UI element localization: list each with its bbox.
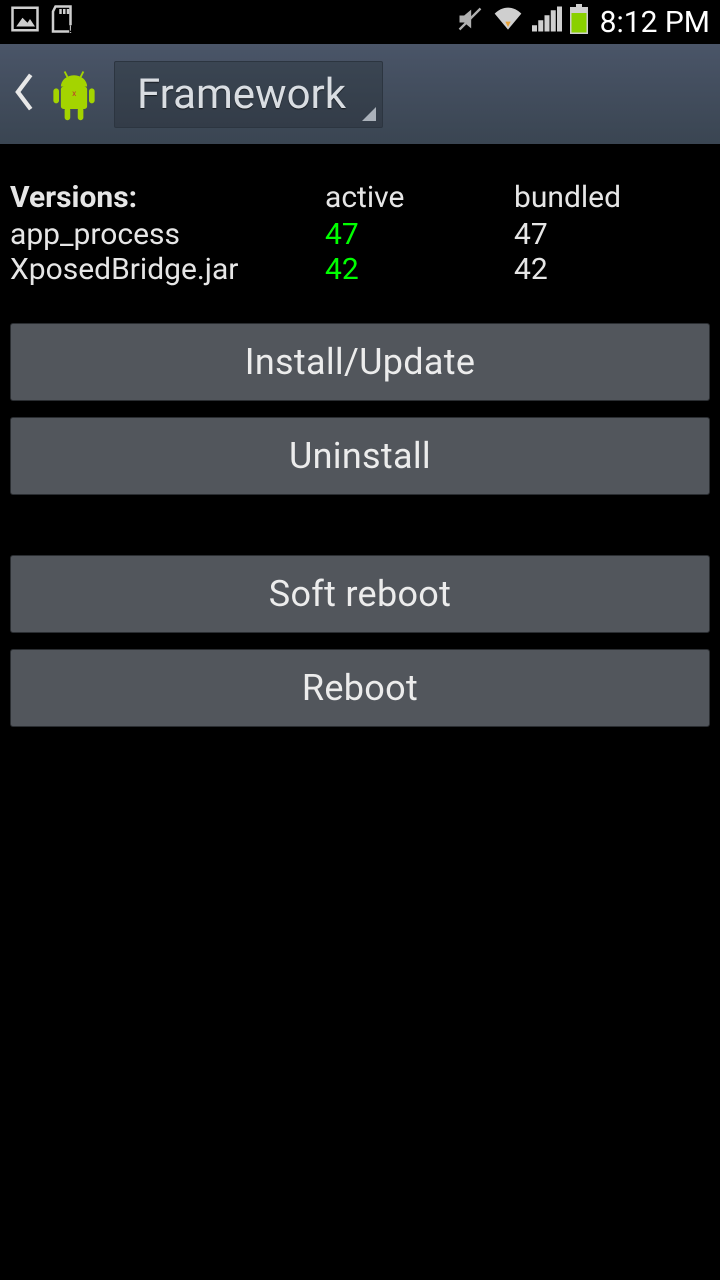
action-bar: x Framework (0, 44, 720, 144)
content-area: Versions: active bundled app_process 47 … (0, 144, 720, 727)
gallery-icon (10, 4, 40, 40)
version-name: XposedBridge.jar (10, 252, 325, 287)
version-bundled-value: 47 (514, 217, 710, 252)
versions-heading: Versions: (10, 180, 325, 215)
spinner-caret-icon (362, 107, 376, 121)
status-right: 8:12 PM (456, 4, 710, 40)
versions-col-bundled: bundled (514, 180, 710, 215)
wifi-icon (492, 5, 524, 39)
versions-table: Versions: active bundled app_process 47 … (10, 180, 710, 287)
button-stack: Install/Update Uninstall Soft reboot Reb… (10, 323, 710, 727)
versions-row: XposedBridge.jar 42 42 (10, 252, 710, 287)
versions-col-active: active (325, 180, 514, 215)
android-robot-icon: x (44, 64, 104, 124)
version-bundled-value: 42 (514, 252, 710, 287)
back-chevron-icon (12, 72, 38, 116)
versions-header-row: Versions: active bundled (10, 180, 710, 217)
soft-reboot-button[interactable]: Soft reboot (10, 555, 710, 633)
version-name: app_process (10, 217, 325, 252)
uninstall-button[interactable]: Uninstall (10, 417, 710, 495)
svg-text:!: ! (69, 25, 72, 34)
version-active-value: 42 (325, 252, 514, 287)
uninstall-label: Uninstall (289, 435, 431, 477)
soft-reboot-label: Soft reboot (269, 573, 451, 615)
install-update-button[interactable]: Install/Update (10, 323, 710, 401)
sdcard-icon: ! (48, 4, 78, 40)
section-spinner[interactable]: Framework (114, 61, 383, 128)
reboot-button[interactable]: Reboot (10, 649, 710, 727)
mute-icon (456, 5, 484, 39)
version-active-value: 47 (325, 217, 514, 252)
status-left: ! (10, 4, 78, 40)
battery-icon (570, 4, 588, 40)
section-spinner-label: Framework (137, 70, 346, 119)
back-button[interactable]: x (12, 64, 104, 124)
reboot-label: Reboot (302, 667, 418, 709)
status-clock: 8:12 PM (600, 5, 710, 40)
install-update-label: Install/Update (245, 341, 475, 383)
versions-row: app_process 47 47 (10, 217, 710, 252)
status-bar: ! (0, 0, 720, 44)
svg-text:x: x (72, 89, 76, 99)
signal-icon (532, 6, 562, 38)
